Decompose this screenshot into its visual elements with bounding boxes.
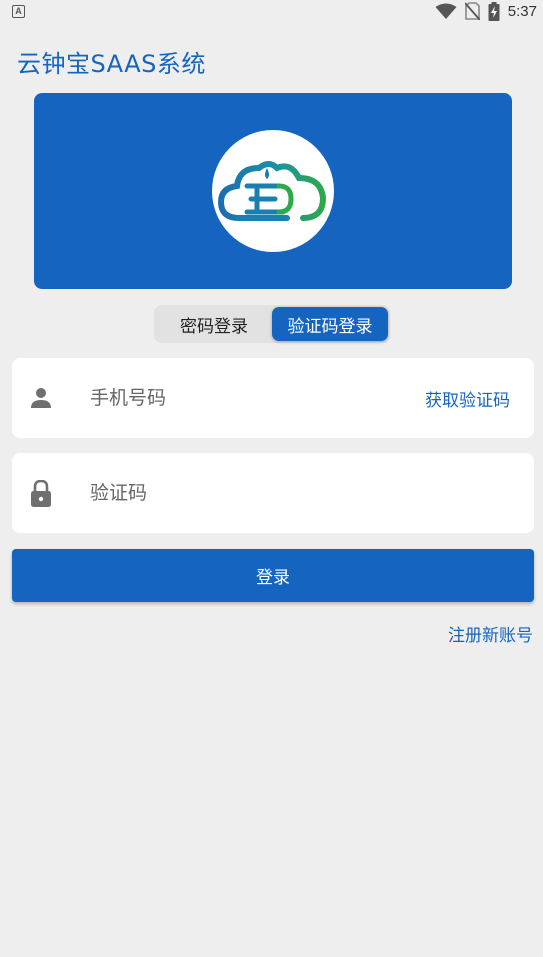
code-input[interactable] [90,482,534,504]
register-link[interactable]: 注册新账号 [448,621,533,646]
phone-input[interactable] [90,387,425,409]
login-mode-switch: 密码登录 验证码登录 [154,305,390,343]
tab-password-login[interactable]: 密码登录 [156,307,272,341]
phone-icon-wrap [12,387,70,409]
get-code-button[interactable]: 获取验证码 [425,386,510,411]
tab-code-login[interactable]: 验证码登录 [272,307,388,341]
app-title: 云钟宝SAAS系统 [17,50,206,78]
status-bar-left: A [12,4,25,18]
battery-charging-icon [488,1,500,21]
phone-card: 获取验证码 [12,358,534,438]
status-bar: A 5:37 [0,0,543,22]
lock-icon [31,479,51,507]
login-button[interactable]: 登录 [12,549,534,602]
code-card [12,453,534,533]
cloud-logo-icon [217,161,327,221]
code-icon-wrap [12,479,70,507]
app-logo [212,130,334,252]
status-bar-right: 5:37 [435,1,537,21]
notification-icon: A [12,4,25,18]
wifi-icon [435,3,457,19]
clock: 5:37 [507,2,537,20]
banner [34,93,512,289]
person-icon [31,388,51,408]
no-sim-icon [464,2,480,20]
